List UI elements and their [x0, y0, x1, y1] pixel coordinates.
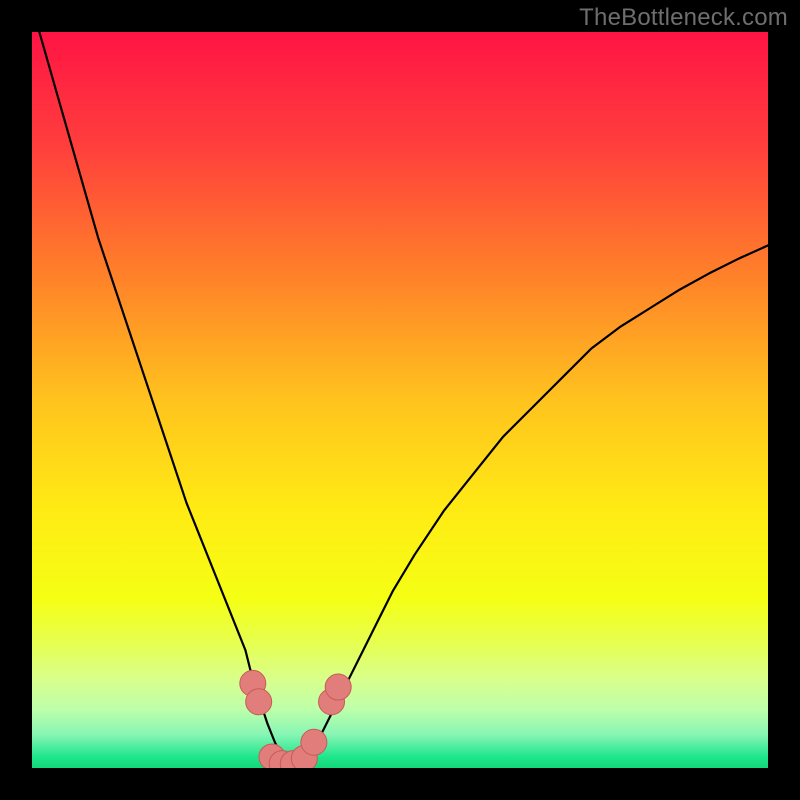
curve-marker	[246, 689, 272, 715]
outer-frame: TheBottleneck.com	[0, 0, 800, 800]
chart-plot-area	[32, 32, 768, 768]
chart-gradient-background	[32, 32, 768, 768]
bottleneck-chart	[32, 32, 768, 768]
site-branding-label: TheBottleneck.com	[579, 4, 788, 32]
curve-marker	[301, 729, 327, 755]
curve-marker	[325, 674, 351, 700]
